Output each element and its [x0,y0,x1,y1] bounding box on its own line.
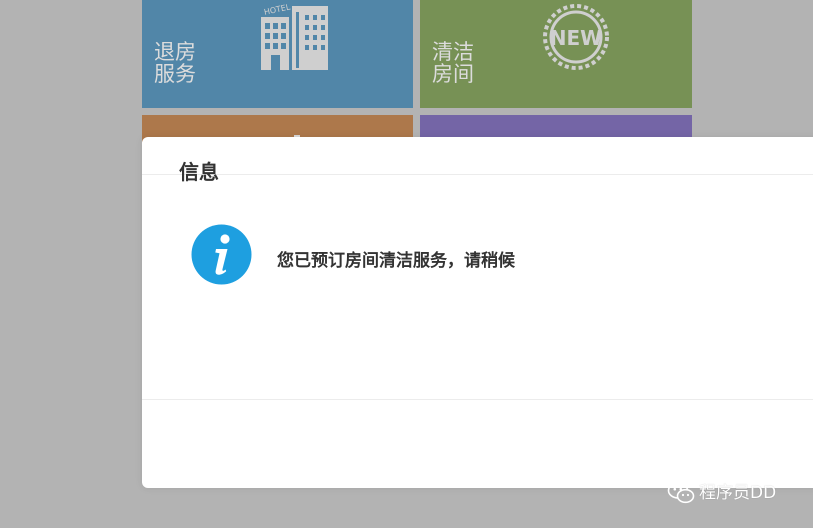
tile-checkout-label: 退房 服务 [154,40,196,86]
watermark: 程序员DD [667,479,776,507]
hotel-building-icon: HOTEL [261,3,328,70]
tile-clean-room-label: 清洁 房间 [432,40,474,86]
svg-text:NEW: NEW [550,26,602,50]
wechat-icon [667,482,695,504]
tile-checkout-service[interactable]: HOTEL 退房 服务 [142,0,413,108]
watermark-text: 程序员DD [699,483,777,503]
info-dialog: 信息 您已预订房间清洁服务，请稍候 [142,137,813,488]
dialog-title: 信息 [179,160,219,184]
dialog-footer-divider [142,399,813,400]
info-icon [191,224,252,285]
new-badge-icon: NEW [543,4,609,70]
tile-clean-room[interactable]: NEW 清洁 房间 [420,0,692,108]
dialog-message: 您已预订房间清洁服务，请稍候 [277,251,515,271]
dialog-header: 信息 [142,137,813,184]
svg-text:HOTEL: HOTEL [263,3,292,17]
